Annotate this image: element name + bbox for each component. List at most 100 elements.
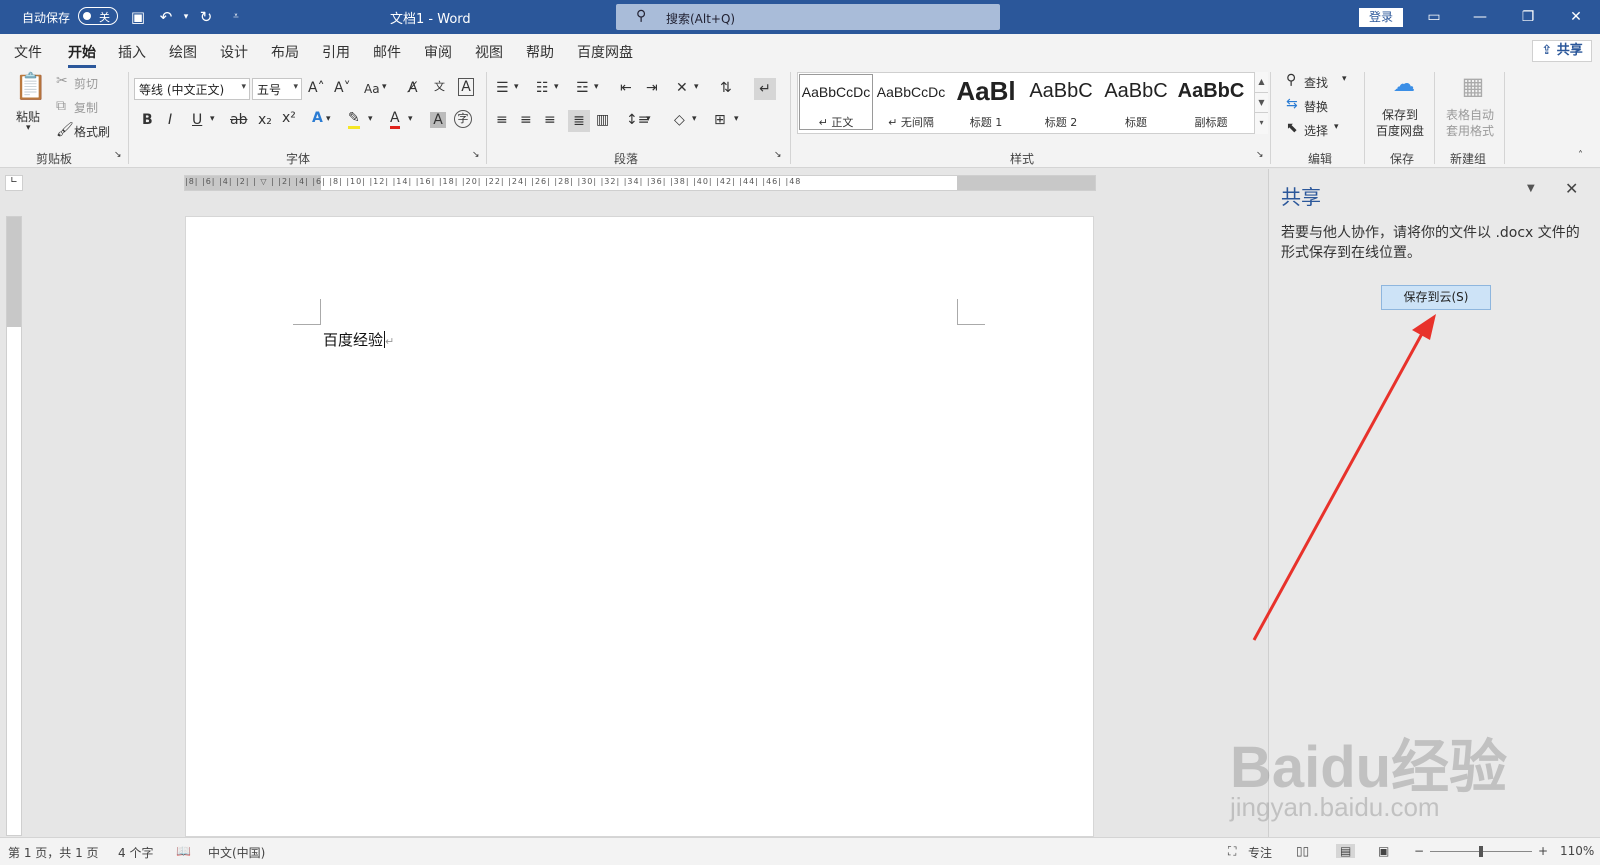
underline-icon[interactable]: U <box>192 112 202 128</box>
text-effects-dropdown-icon[interactable]: ▾ <box>326 114 331 124</box>
phonetic-guide-icon[interactable]: 文 <box>434 78 445 94</box>
tab-layout[interactable]: 布局 <box>271 42 299 62</box>
document-page[interactable]: 百度经验 ↵ <box>185 216 1094 837</box>
page-count[interactable]: 第 1 页，共 1 页 <box>8 844 99 861</box>
tab-design[interactable]: 设计 <box>220 42 248 62</box>
cut-button[interactable]: 剪切 <box>74 75 98 92</box>
minimize-icon[interactable]: — <box>1466 6 1494 28</box>
focus-icon[interactable]: ⛶ <box>1228 844 1236 859</box>
copy-button[interactable]: 复制 <box>74 99 98 116</box>
superscript-icon[interactable]: x² <box>282 110 296 126</box>
tab-insert[interactable]: 插入 <box>118 42 146 62</box>
font-color-dropdown-icon[interactable]: ▾ <box>408 114 413 124</box>
enclose-characters-icon[interactable]: 字 <box>454 110 472 128</box>
save-to-cloud-button[interactable]: 保存到云(S) <box>1381 285 1491 310</box>
print-layout-icon[interactable]: ▤ <box>1336 844 1356 858</box>
proofing-icon[interactable]: 📖 <box>176 844 191 858</box>
asian-layout-icon[interactable]: ✕ <box>676 80 688 96</box>
login-button[interactable]: 登录 <box>1359 8 1403 27</box>
undo-dropdown-icon[interactable]: ▾ <box>176 7 196 27</box>
style-heading-1[interactable]: AaBl 标题 1 <box>949 74 1023 130</box>
clear-formatting-icon[interactable]: A̸ <box>408 80 418 96</box>
paste-dropdown-icon[interactable]: ▾ <box>26 123 31 133</box>
search-box[interactable]: ⚲ 搜索(Alt+Q) <box>616 4 1000 30</box>
shading-dropdown-icon[interactable]: ▾ <box>692 114 697 124</box>
find-dropdown-icon[interactable]: ▾ <box>1342 74 1347 84</box>
format-painter-button[interactable]: 格式刷 <box>74 123 110 140</box>
bullets-dropdown-icon[interactable]: ▾ <box>514 82 519 92</box>
style-normal[interactable]: AaBbCcDc ↵ 正文 <box>799 74 873 130</box>
undo-icon[interactable]: ↶ <box>156 7 176 27</box>
pane-options-icon[interactable]: ▼ <box>1527 183 1535 194</box>
horizontal-ruler[interactable]: |8| |6| |4| |2| | ▽ | |2| |4| |6| |8| |1… <box>184 175 1096 191</box>
paste-icon[interactable]: 📋 <box>14 72 48 102</box>
grow-font-icon[interactable]: A˄ <box>308 80 325 96</box>
chevron-up-icon[interactable]: ▲ <box>1255 72 1268 92</box>
distributed-icon[interactable]: ▥ <box>596 112 609 128</box>
styles-scroll[interactable]: ▲ ▼ ▾ <box>1254 72 1268 134</box>
tab-view[interactable]: 视图 <box>475 42 503 62</box>
select-dropdown-icon[interactable]: ▾ <box>1334 122 1339 132</box>
web-layout-icon[interactable]: ▣ <box>1378 844 1389 858</box>
customize-qat-icon[interactable]: ⩡ <box>226 7 246 27</box>
table-autoformat-line1[interactable]: 表格自动 <box>1446 106 1494 123</box>
focus-mode-button[interactable]: 专注 <box>1248 844 1272 861</box>
character-border-icon[interactable]: A <box>458 78 474 96</box>
restore-icon[interactable]: ❐ <box>1514 6 1542 28</box>
tab-file[interactable]: 文件 <box>14 42 42 62</box>
borders-icon[interactable]: ⊞ <box>714 112 726 128</box>
align-right-icon[interactable]: ≡ <box>544 112 556 128</box>
chevron-down-icon[interactable]: ▼ <box>1255 92 1268 112</box>
replace-button[interactable]: 替换 <box>1304 98 1328 115</box>
baidu-netdisk-icon[interactable]: ☁ <box>1386 72 1422 97</box>
borders-dropdown-icon[interactable]: ▾ <box>734 114 739 124</box>
text-effects-icon[interactable]: A <box>312 110 323 126</box>
tab-draw[interactable]: 绘图 <box>169 42 197 62</box>
asian-layout-dropdown-icon[interactable]: ▾ <box>694 82 699 92</box>
find-button[interactable]: 查找 <box>1304 74 1328 91</box>
highlight-icon[interactable]: ✎ <box>348 110 360 129</box>
numbering-dropdown-icon[interactable]: ▾ <box>554 82 559 92</box>
paragraph-launcher-icon[interactable]: ↘ <box>774 150 782 160</box>
multilevel-dropdown-icon[interactable]: ▾ <box>594 82 599 92</box>
tab-baidu-netdisk[interactable]: 百度网盘 <box>577 42 633 62</box>
ribbon-display-icon[interactable]: ▭ <box>1420 6 1448 28</box>
tab-selector-icon[interactable]: ∟ <box>5 175 23 191</box>
font-size-combo[interactable]: 五号 ▾ <box>252 78 302 100</box>
justify-icon[interactable]: ≣ <box>568 110 590 132</box>
font-color-icon[interactable]: A <box>390 110 400 129</box>
shading-icon[interactable]: ◇ <box>674 112 685 128</box>
zoom-out-icon[interactable]: − <box>1414 844 1424 858</box>
change-case-dropdown-icon[interactable]: ▾ <box>382 82 387 92</box>
shrink-font-icon[interactable]: A˅ <box>334 80 351 96</box>
tab-mailings[interactable]: 邮件 <box>373 42 401 62</box>
change-case-button[interactable]: Aa <box>364 82 380 96</box>
align-left-icon[interactable]: ≡ <box>496 112 508 128</box>
underline-dropdown-icon[interactable]: ▾ <box>210 114 215 124</box>
show-formatting-marks-icon[interactable]: ↵ <box>754 78 776 100</box>
tab-references[interactable]: 引用 <box>322 42 350 62</box>
bullets-icon[interactable]: ☰ <box>496 80 509 96</box>
pane-close-icon[interactable]: ✕ <box>1565 179 1578 198</box>
increase-indent-icon[interactable]: ⇥ <box>646 80 658 96</box>
character-shading-icon[interactable]: A <box>430 112 446 128</box>
highlight-dropdown-icon[interactable]: ▾ <box>368 114 373 124</box>
zoom-level[interactable]: 110% <box>1560 844 1594 858</box>
multilevel-list-icon[interactable]: ☲ <box>576 80 589 96</box>
italic-icon[interactable]: I <box>168 112 172 128</box>
numbering-icon[interactable]: ☷ <box>536 80 549 96</box>
strikethrough-icon[interactable]: ab <box>230 112 247 128</box>
tab-help[interactable]: 帮助 <box>526 42 554 62</box>
zoom-in-icon[interactable]: + <box>1538 844 1548 858</box>
font-launcher-icon[interactable]: ↘ <box>472 150 480 160</box>
style-no-spacing[interactable]: AaBbCcDc ↵ 无间隔 <box>874 74 948 130</box>
close-icon[interactable]: ✕ <box>1562 6 1590 28</box>
decrease-indent-icon[interactable]: ⇤ <box>620 80 632 96</box>
tab-review[interactable]: 审阅 <box>424 42 452 62</box>
vertical-ruler[interactable] <box>6 216 22 836</box>
select-button[interactable]: 选择 <box>1304 122 1328 139</box>
styles-more-icon[interactable]: ▾ <box>1255 112 1268 132</box>
read-mode-icon[interactable]: ▯▯ <box>1296 844 1309 858</box>
font-name-combo[interactable]: 等线 (中文正文) ▾ <box>134 78 250 100</box>
clipboard-launcher-icon[interactable]: ↘ <box>114 150 122 160</box>
